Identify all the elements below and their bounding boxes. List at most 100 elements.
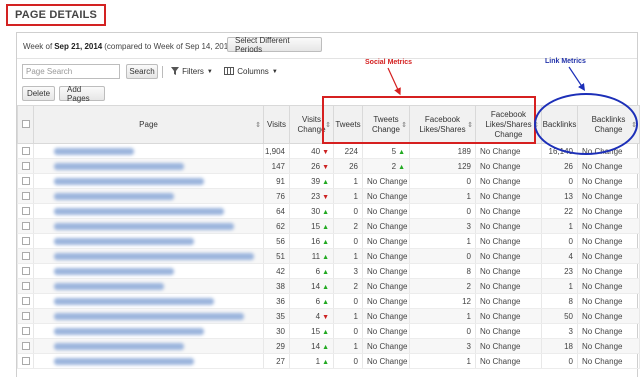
down-arrow-icon: ▼ — [322, 148, 329, 156]
delete-button[interactable]: Delete — [22, 86, 55, 101]
row-checkbox[interactable] — [17, 323, 34, 339]
table-row[interactable]: 62 15 ▲ 2 No Change 3 No Change 1 No Change — [17, 218, 640, 234]
columns-button[interactable]: Columns ▼ — [222, 64, 280, 79]
add-pages-button[interactable]: Add Pages — [59, 85, 105, 103]
up-arrow-icon: ▲ — [322, 298, 329, 306]
tweets-change-cell: 2 ▲ — [362, 158, 410, 174]
row-checkbox[interactable] — [17, 293, 34, 309]
tweets-change-cell: No Change — [362, 173, 410, 189]
table-row[interactable]: 76 23 ▼ 1 No Change 1 No Change 13 No Change — [17, 188, 640, 204]
week-prefix: Week of — [23, 41, 53, 51]
row-checkbox[interactable] — [17, 353, 34, 369]
tweets-cell: 1 — [333, 338, 363, 354]
row-checkbox[interactable] — [17, 143, 34, 159]
page-link[interactable] — [33, 233, 264, 249]
tweets-change-cell: No Change — [362, 293, 410, 309]
page-link[interactable] — [33, 308, 264, 324]
visits-cell: 29 — [263, 338, 290, 354]
visits-cell: 64 — [263, 203, 290, 219]
backlinks-change-cell: No Change — [577, 248, 640, 264]
backlinks-cell: 0 — [541, 233, 578, 249]
funnel-icon — [171, 66, 180, 77]
up-arrow-icon: ▲ — [322, 223, 329, 231]
page-link[interactable] — [33, 143, 264, 159]
table-row[interactable]: 51 11 ▲ 1 No Change 0 No Change 4 No Change — [17, 248, 640, 264]
page-link[interactable] — [33, 293, 264, 309]
row-checkbox[interactable] — [17, 203, 34, 219]
page-link[interactable] — [33, 353, 264, 369]
up-arrow-icon: ▲ — [322, 268, 329, 276]
select-periods-button[interactable]: Select Different Periods — [227, 36, 322, 54]
tweets-cell: 3 — [333, 263, 363, 279]
visits-cell: 35 — [263, 308, 290, 324]
page-search-input[interactable]: Page Search — [22, 64, 120, 79]
tweets-change-cell: No Change — [362, 323, 410, 339]
up-arrow-icon: ▲ — [322, 178, 329, 186]
page-link[interactable] — [33, 323, 264, 339]
tweets-change-cell: No Change — [362, 188, 410, 204]
table-row[interactable]: 64 30 ▲ 0 No Change 0 No Change 22 No Change — [17, 203, 640, 219]
row-checkbox[interactable] — [17, 158, 34, 174]
table-row[interactable]: 38 14 ▲ 2 No Change 2 No Change 1 No Change — [17, 278, 640, 294]
page-link[interactable] — [33, 188, 264, 204]
table-row[interactable]: 147 26 ▼ 26 2 ▲ 129 No Change 26 No Change — [17, 158, 640, 174]
row-checkbox[interactable] — [17, 233, 34, 249]
page-title: PAGE DETAILS — [15, 9, 98, 21]
visits-cell: 38 — [263, 278, 290, 294]
row-checkbox[interactable] — [17, 218, 34, 234]
backlinks-cell: 13 — [541, 188, 578, 204]
page-link[interactable] — [33, 173, 264, 189]
table-row[interactable]: 42 6 ▲ 3 No Change 8 No Change 23 No Change — [17, 263, 640, 279]
row-checkbox[interactable] — [17, 338, 34, 354]
visits-change-cell: 11 ▲ — [289, 248, 334, 264]
table-row[interactable]: 1,904 40 ▼ 224 5 ▲ 189 No Change 16,140 No Change — [17, 143, 640, 159]
tweets-change-cell: No Change — [362, 203, 410, 219]
backlinks-change-cell: No Change — [577, 293, 640, 309]
row-checkbox[interactable] — [17, 248, 34, 264]
week-date: Sep 21, 2014 — [54, 41, 103, 51]
row-checkbox[interactable] — [17, 308, 34, 324]
facebook-cell: 8 — [409, 263, 476, 279]
up-arrow-icon: ▲ — [322, 283, 329, 291]
table-row[interactable]: 36 6 ▲ 0 No Change 12 No Change 8 No Change — [17, 293, 640, 309]
facebook-change-cell: No Change — [475, 338, 542, 354]
facebook-cell: 189 — [409, 143, 476, 159]
page-link[interactable] — [33, 203, 264, 219]
table-row[interactable]: 56 16 ▲ 0 No Change 1 No Change 0 No Change — [17, 233, 640, 249]
facebook-change-cell: No Change — [475, 203, 542, 219]
filters-button[interactable]: Filters ▼ — [167, 64, 217, 79]
facebook-cell: 12 — [409, 293, 476, 309]
column-header-page[interactable]: Page ⇕ — [33, 105, 264, 144]
visits-change-cell: 15 ▲ — [289, 218, 334, 234]
row-checkbox[interactable] — [17, 173, 34, 189]
table-row[interactable]: 35 4 ▼ 1 No Change 1 No Change 50 No Change — [17, 308, 640, 324]
table-row[interactable]: 91 39 ▲ 1 No Change 0 No Change 0 No Change — [17, 173, 640, 189]
page-link[interactable] — [33, 158, 264, 174]
table-row[interactable]: 30 15 ▲ 0 No Change 0 No Change 3 No Change — [17, 323, 640, 339]
tweets-cell: 26 — [333, 158, 363, 174]
page-link[interactable] — [33, 338, 264, 354]
column-header-visits[interactable]: Visits — [263, 105, 290, 144]
page-link[interactable] — [33, 263, 264, 279]
row-checkbox[interactable] — [17, 263, 34, 279]
tweets-cell: 0 — [333, 323, 363, 339]
week-compare: (compared to Week of Sep 14, 2014) — [104, 41, 236, 51]
up-arrow-icon: ▲ — [322, 253, 329, 261]
row-checkbox[interactable] — [17, 188, 34, 204]
select-all-checkbox[interactable] — [17, 105, 34, 144]
visits-change-cell: 14 ▲ — [289, 338, 334, 354]
page-link[interactable] — [33, 248, 264, 264]
table-row[interactable]: 29 14 ▲ 1 No Change 3 No Change 18 No Change — [17, 338, 640, 354]
facebook-change-cell: No Change — [475, 158, 542, 174]
page-link[interactable] — [33, 278, 264, 294]
facebook-change-cell: No Change — [475, 248, 542, 264]
row-checkbox[interactable] — [17, 278, 34, 294]
facebook-cell: 2 — [409, 278, 476, 294]
visits-cell: 30 — [263, 323, 290, 339]
social-metrics-label: Social Metrics — [365, 59, 413, 66]
search-button[interactable]: Search — [126, 64, 158, 79]
tweets-change-cell: No Change — [362, 248, 410, 264]
table-row[interactable]: 27 1 ▲ 0 No Change 1 No Change 0 No Change — [17, 353, 640, 369]
visits-cell: 147 — [263, 158, 290, 174]
page-link[interactable] — [33, 218, 264, 234]
